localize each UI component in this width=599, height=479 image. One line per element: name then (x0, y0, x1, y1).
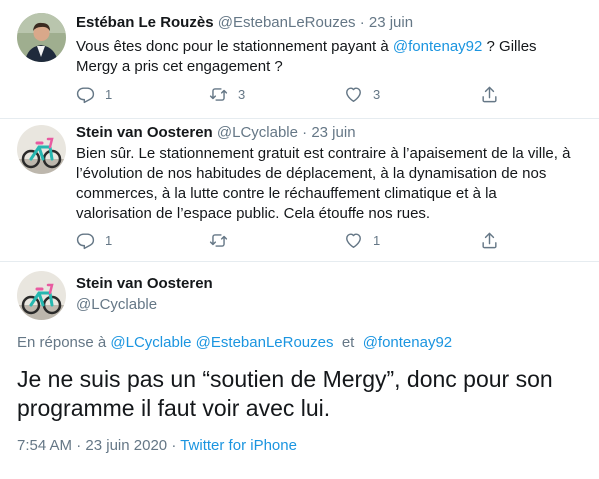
reply-icon (76, 232, 95, 249)
tweet-text-line: Bien sûr. Le stationnement gratuit est c… (76, 145, 571, 162)
tweet-actions: 1 1 (76, 230, 506, 250)
tweet-actions: 1 3 3 (76, 84, 506, 104)
reply-mention[interactable]: @LCyclable (110, 334, 191, 351)
tweet-source[interactable]: Twitter for iPhone (180, 437, 297, 454)
like-count: 1 (373, 232, 381, 248)
text-fragment: ? Gilles (482, 38, 537, 55)
like-button[interactable]: 3 (344, 84, 380, 104)
avatar-image (17, 125, 66, 174)
separator: · (76, 437, 82, 454)
tweet-text-line: valorisation de l’espace public. Cela ét… (76, 205, 431, 222)
text-fragment: Vous êtes donc pour le stationnement pay… (76, 38, 393, 55)
separator: · (359, 14, 365, 31)
reply-button[interactable]: 1 (76, 84, 112, 104)
tweet-text-line: Vous êtes donc pour le stationnement pay… (76, 37, 586, 57)
author-block: Stein van Oosteren @LCyclable (76, 274, 213, 315)
tweet-text-line: programme il faut voir avec lui. (17, 395, 331, 421)
retweet-icon (209, 233, 228, 247)
tweet-stein-reply[interactable]: Stein van Oosteren @LCyclable · 23 juin … (0, 119, 599, 261)
share-button[interactable] (480, 230, 499, 250)
like-count: 3 (373, 86, 381, 102)
separator: · (302, 124, 308, 141)
author-handle[interactable]: @LCyclable (217, 124, 298, 141)
tweet-text-line: commerces, à la lutte contre le réchauff… (76, 185, 497, 202)
author-name[interactable]: Stein van Oosteren (76, 274, 213, 294)
tweet-text-line: Mergy a pris cet engagement ? (76, 58, 283, 75)
tweet-time[interactable]: 7:54 AM (17, 437, 72, 454)
author-name[interactable]: Stein van Oosteren (76, 124, 213, 141)
retweet-count: 3 (238, 86, 246, 102)
reply-count: 1 (105, 86, 113, 102)
reply-mention[interactable]: @fontenay92 (363, 334, 452, 351)
main-tweet-text: Je ne suis pas un “soutien de Mergy”, do… (17, 365, 587, 423)
reply-and: et (341, 334, 355, 351)
avatar-image (17, 13, 66, 62)
tweet-text-line: Je ne suis pas un “soutien de Mergy”, do… (17, 366, 553, 392)
share-icon (482, 232, 497, 248)
tweet-text: Bien sûr. Le stationnement gratuit est c… (76, 144, 596, 224)
share-button[interactable] (480, 84, 499, 104)
tweet-full-date[interactable]: 23 juin 2020 (85, 437, 167, 454)
heart-icon (346, 86, 361, 102)
tweet-text-line: l’évolution de nos habitudes de déplacem… (76, 165, 547, 182)
avatar[interactable] (17, 125, 66, 174)
share-icon (482, 86, 497, 102)
like-button[interactable]: 1 (344, 230, 380, 250)
author-handle[interactable]: @LCyclable (76, 295, 213, 315)
author-handle[interactable]: @EstebanLeRouzes (218, 14, 356, 31)
main-tweet: Stein van Oosteren @LCyclable En réponse… (0, 262, 599, 479)
reply-icon (76, 86, 95, 103)
tweet-text: Vous êtes donc pour le stationnement pay… (76, 37, 586, 77)
heart-icon (346, 232, 361, 248)
avatar-image (17, 271, 66, 320)
reply-mention[interactable]: @EstebanLeRouzes (196, 334, 334, 351)
retweet-button[interactable] (209, 230, 238, 250)
reply-button[interactable]: 1 (76, 230, 112, 250)
author-name[interactable]: Estéban Le Rouzès (76, 14, 214, 31)
retweet-button[interactable]: 3 (209, 84, 245, 104)
tweet-header: Stein van Oosteren @LCyclable · 23 juin (76, 123, 356, 143)
mention-link[interactable]: @fontenay92 (393, 38, 482, 55)
avatar[interactable] (17, 271, 66, 320)
reply-prefix: En réponse à (17, 334, 107, 351)
avatar[interactable] (17, 13, 66, 62)
tweet-date[interactable]: 23 juin (311, 124, 355, 141)
separator: · (171, 437, 177, 454)
tweet-esteban[interactable]: Estéban Le Rouzès @EstebanLeRouzes · 23 … (0, 0, 599, 118)
tweet-meta: 7:54 AM · 23 juin 2020 · Twitter for iPh… (17, 436, 297, 456)
reply-count: 1 (105, 232, 113, 248)
tweet-date[interactable]: 23 juin (369, 14, 413, 31)
reply-context: En réponse à @LCyclable @EstebanLeRouzes… (17, 333, 452, 353)
tweet-header: Estéban Le Rouzès @EstebanLeRouzes · 23 … (76, 13, 413, 33)
retweet-icon (209, 87, 228, 101)
